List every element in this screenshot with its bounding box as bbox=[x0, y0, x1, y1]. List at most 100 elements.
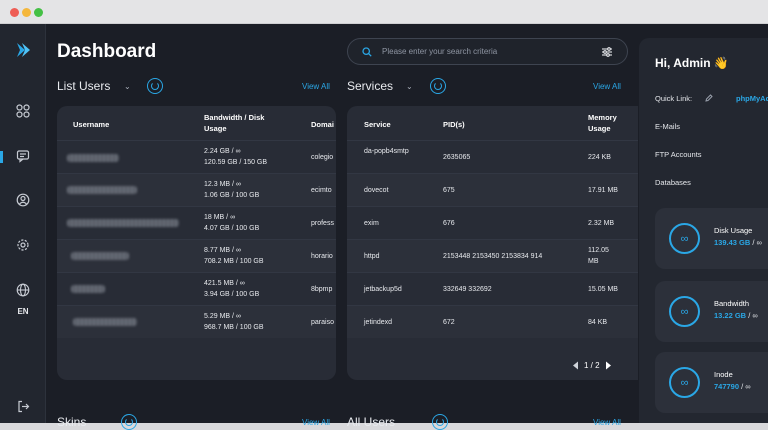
service-memory: 2.32 MB bbox=[588, 220, 615, 227]
redacted-username bbox=[67, 154, 119, 162]
column-header-username: Username bbox=[73, 120, 110, 129]
all-users-title: All Users bbox=[347, 415, 396, 429]
service-memory: 84 KB bbox=[588, 319, 608, 326]
minimize-window-button[interactable] bbox=[22, 8, 31, 17]
infinity-icon: ∞ bbox=[669, 223, 700, 254]
user-circle-icon[interactable] bbox=[14, 191, 32, 209]
service-pid: 2153448 2153450 2153834 914 bbox=[443, 253, 543, 260]
refresh-icon[interactable] bbox=[147, 78, 163, 94]
bandwidth-value: 5.29 MB / ∞ bbox=[204, 313, 241, 320]
pagination-status: 1 / 2 bbox=[584, 361, 600, 370]
card-title: Bandwidth bbox=[714, 299, 750, 308]
title-bar bbox=[0, 0, 768, 24]
databases-link[interactable]: Databases bbox=[655, 178, 691, 187]
sidebar: EN bbox=[0, 24, 46, 423]
bandwidth-value: 2.24 GB / ∞ bbox=[204, 148, 241, 155]
ftp-accounts-link[interactable]: FTP Accounts bbox=[655, 150, 702, 159]
services-title: Services bbox=[347, 79, 394, 93]
table-row[interactable]: dovecot 675 17.91 MB bbox=[347, 173, 638, 206]
close-window-button[interactable] bbox=[10, 8, 19, 17]
infinity-icon: ∞ bbox=[669, 367, 700, 398]
account-panel: Hi, Admin 👋 Quick Link: phpMyAd E-Mails … bbox=[639, 38, 768, 423]
service-name: httpd bbox=[364, 253, 380, 260]
emails-link[interactable]: E-Mails bbox=[655, 122, 680, 131]
search-input[interactable]: Please enter your search criteria bbox=[382, 47, 497, 56]
card-value: 747790 / ∞ bbox=[714, 382, 751, 391]
main-content: Dashboard Please enter your search crite… bbox=[46, 24, 638, 430]
refresh-icon[interactable] bbox=[121, 414, 137, 430]
chevron-down-icon[interactable]: ⌄ bbox=[124, 82, 131, 91]
service-memory: 17.91 MB bbox=[588, 187, 618, 194]
table-row[interactable]: da-popb4smtp 2635065 224 KB bbox=[347, 140, 638, 173]
previous-page-icon[interactable] bbox=[572, 361, 579, 370]
card-value: 139.43 GB / ∞ bbox=[714, 238, 762, 247]
service-pid: 676 bbox=[443, 220, 455, 227]
table-row[interactable]: jetbackup5d 332649 332692 15.05 MB bbox=[347, 272, 638, 305]
globe-icon[interactable] bbox=[14, 281, 32, 299]
redacted-username bbox=[71, 252, 129, 260]
filter-icon[interactable] bbox=[601, 46, 613, 58]
app-window: EN Dashboard Please enter your search cr… bbox=[0, 0, 768, 430]
card-title: Disk Usage bbox=[714, 226, 753, 235]
next-page-icon[interactable] bbox=[605, 361, 612, 370]
redacted-username bbox=[71, 285, 105, 293]
infinity-icon: ∞ bbox=[669, 296, 700, 327]
service-memory: 112.05 MB bbox=[588, 247, 609, 265]
service-pid: 2635065 bbox=[443, 154, 471, 161]
logout-icon[interactable] bbox=[14, 397, 32, 415]
bandwidth-value: 421.5 MB / ∞ bbox=[204, 280, 245, 287]
table-row[interactable]: 2.24 GB / ∞ 120.59 GB / 150 GB colegio bbox=[57, 140, 336, 173]
bandwidth-value: 12.3 MB / ∞ bbox=[204, 181, 241, 188]
column-header-bandwidth: Bandwidth / Disk Usage bbox=[204, 113, 265, 133]
service-memory: 15.05 MB bbox=[588, 286, 618, 293]
table-row[interactable]: 12.3 MB / ∞ 1.06 GB / 100 GB ecimto bbox=[57, 173, 336, 206]
pencil-icon[interactable] bbox=[705, 94, 713, 102]
search-bar[interactable]: Please enter your search criteria bbox=[347, 38, 628, 65]
disk-value: 4.07 GB / 100 GB bbox=[204, 225, 260, 232]
chevron-down-icon[interactable]: ⌄ bbox=[406, 82, 413, 91]
disk-usage-card: ∞ Disk Usage 139.43 GB / ∞ bbox=[655, 208, 768, 269]
table-row[interactable]: exim 676 2.32 MB bbox=[347, 206, 638, 239]
quick-link-value[interactable]: phpMyAd bbox=[736, 94, 768, 103]
search-icon bbox=[362, 47, 372, 57]
table-row[interactable]: jetindexd 672 84 KB bbox=[347, 305, 638, 338]
service-name: exim bbox=[364, 220, 379, 227]
table-row[interactable]: 18 MB / ∞ 4.07 GB / 100 GB profess bbox=[57, 206, 336, 239]
page-title: Dashboard bbox=[57, 41, 157, 62]
column-header-service: Service bbox=[364, 120, 391, 129]
service-memory: 224 KB bbox=[588, 154, 611, 161]
skins-title: Skins bbox=[57, 415, 87, 429]
domain-value: colegio bbox=[311, 154, 334, 161]
maximize-window-button[interactable] bbox=[34, 8, 43, 17]
bandwidth-value: 8.77 MB / ∞ bbox=[204, 247, 241, 254]
disk-value: 120.59 GB / 150 GB bbox=[204, 159, 268, 166]
card-value: 13.22 GB / ∞ bbox=[714, 311, 758, 320]
quick-link-label: Quick Link: bbox=[655, 94, 693, 103]
service-pid: 672 bbox=[443, 319, 455, 326]
services-view-all-link[interactable]: View All bbox=[593, 82, 621, 91]
service-pid: 332649 332692 bbox=[443, 286, 492, 293]
redacted-username bbox=[67, 186, 137, 194]
language-selector[interactable]: EN bbox=[0, 307, 46, 316]
bandwidth-card: ∞ Bandwidth 13.22 GB / ∞ bbox=[655, 281, 768, 342]
service-name: dovecot bbox=[364, 187, 389, 194]
table-row[interactable]: 421.5 MB / ∞ 3.94 GB / 100 GB 8bpmp bbox=[57, 272, 336, 305]
logo-icon[interactable] bbox=[14, 41, 32, 59]
refresh-icon[interactable] bbox=[430, 78, 446, 94]
table-row[interactable]: httpd 2153448 2153450 2153834 914 112.05… bbox=[347, 239, 638, 272]
users-view-all-link[interactable]: View All bbox=[302, 82, 330, 91]
gear-icon[interactable] bbox=[14, 236, 32, 254]
domain-value: profess bbox=[311, 220, 334, 227]
grid-icon[interactable] bbox=[14, 102, 32, 120]
message-icon[interactable] bbox=[14, 147, 32, 165]
refresh-icon[interactable] bbox=[432, 414, 448, 430]
services-table: Service PID(s) Memory Usage da-popb4smtp… bbox=[347, 106, 638, 380]
bandwidth-value: 18 MB / ∞ bbox=[204, 214, 236, 221]
card-title: Inode bbox=[714, 370, 733, 379]
service-name: jetindexd bbox=[364, 319, 393, 326]
domain-value: paraiso bbox=[311, 319, 334, 326]
table-row[interactable]: 8.77 MB / ∞ 708.2 MB / 100 GB horario bbox=[57, 239, 336, 272]
table-row[interactable]: 5.29 MB / ∞ 968.7 MB / 100 GB paraiso bbox=[57, 305, 336, 338]
domain-value: 8bpmp bbox=[311, 286, 333, 293]
domain-value: horario bbox=[311, 253, 333, 260]
